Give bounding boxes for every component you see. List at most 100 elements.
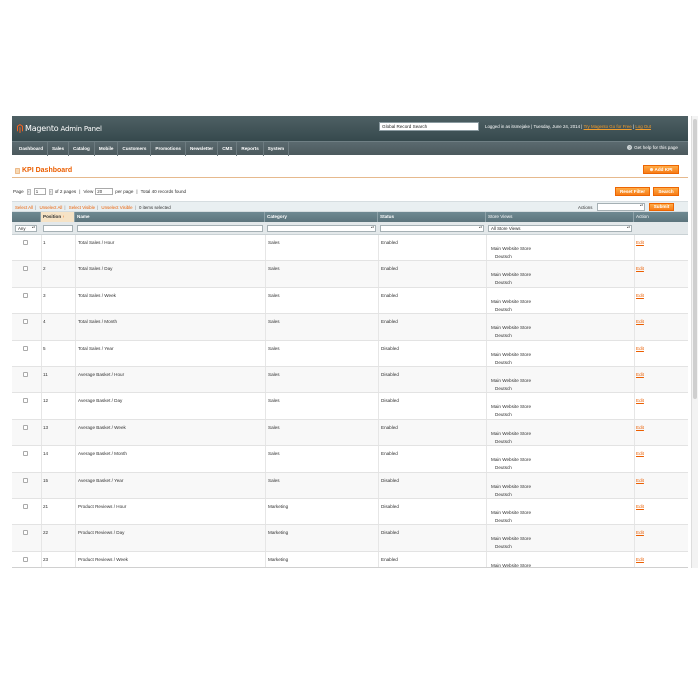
column-divider — [75, 340, 76, 366]
position-filter-input[interactable] — [43, 225, 73, 232]
column-header-position[interactable]: Position ↑ — [41, 212, 75, 222]
column-divider — [634, 235, 635, 261]
column-header-status[interactable]: Status — [378, 212, 486, 222]
nav-item-mobile[interactable]: Mobile — [95, 141, 119, 156]
select-visible-link[interactable]: Select Visible — [69, 205, 95, 210]
nav-item-cms[interactable]: CMS — [218, 141, 238, 156]
nav-item-promotions[interactable]: Promotions — [151, 141, 186, 156]
column-header-name[interactable]: Name — [75, 212, 265, 222]
row-checkbox[interactable] — [23, 530, 28, 536]
row-position: 13 — [43, 424, 49, 430]
column-divider — [634, 525, 635, 551]
row-edit-link[interactable]: Edit — [636, 425, 644, 430]
row-checkbox[interactable] — [23, 240, 28, 245]
column-divider — [41, 287, 42, 314]
table-row[interactable]: 21 Product Reviews / Hour Marketing Disable… — [12, 499, 688, 526]
nav-item-system[interactable]: System — [264, 141, 290, 156]
select-all-link[interactable]: Select All — [15, 205, 33, 210]
logo[interactable]: Magento Admin Panel — [17, 124, 102, 133]
table-row[interactable]: 13 Average Basket / Week Sales Enabled Main … — [12, 419, 688, 447]
scrollbar-thumb[interactable] — [693, 119, 697, 399]
row-checkbox[interactable] — [23, 424, 28, 430]
column-divider — [265, 235, 266, 261]
status-filter-select[interactable] — [380, 225, 484, 232]
unselect-all-link[interactable]: Unselect All — [39, 205, 62, 210]
row-checkbox[interactable] — [23, 292, 28, 298]
row-edit-link[interactable]: Edit — [636, 398, 644, 403]
next-page-icon[interactable]: › — [48, 188, 53, 195]
nav-item-sales[interactable]: Sales — [48, 141, 70, 156]
table-row[interactable]: 2 Total Sales / Day Sales Enabled Main Websi… — [12, 261, 688, 288]
row-status: Enabled — [381, 451, 398, 457]
help-link[interactable]: ? Get help for this page — [627, 145, 678, 150]
logout-link[interactable]: Log Out — [635, 124, 651, 129]
search-button[interactable]: Search — [653, 187, 679, 196]
select-filter[interactable]: Any — [15, 225, 37, 232]
row-category: Sales — [268, 424, 280, 430]
column-divider — [378, 393, 379, 419]
unselect-visible-link[interactable]: Unselect Visible — [101, 205, 132, 210]
row-edit-link[interactable]: Edit — [636, 557, 644, 562]
table-row[interactable]: 1 Total Sales / Hour Sales Enabled Main Webs… — [12, 235, 688, 262]
row-checkbox[interactable] — [23, 477, 28, 483]
row-checkbox[interactable] — [23, 556, 28, 562]
prev-page-icon[interactable]: ‹ — [26, 188, 31, 195]
row-edit-link[interactable]: Edit — [636, 346, 644, 351]
row-edit-link[interactable]: Edit — [636, 319, 644, 324]
row-checkbox[interactable] — [23, 372, 28, 377]
column-divider — [41, 525, 42, 551]
row-store-view: Deutsch — [495, 465, 512, 471]
column-header-select[interactable] — [12, 212, 41, 222]
row-edit-link[interactable]: Edit — [636, 240, 644, 245]
column-divider — [486, 235, 487, 261]
reset-filter-button[interactable]: Reset Filter — [615, 187, 650, 196]
column-divider — [265, 419, 266, 446]
row-edit-link[interactable]: Edit — [636, 372, 644, 377]
row-edit-link[interactable]: Edit — [636, 266, 644, 271]
try-magento-go-link[interactable]: Try Magento Go for Free — [584, 124, 632, 129]
row-store-website: Main Website Store — [491, 510, 532, 515]
row-position: 11 — [43, 372, 48, 377]
row-edit-link[interactable]: Edit — [636, 530, 644, 535]
column-divider — [634, 287, 635, 314]
submit-button[interactable]: Submit — [649, 203, 674, 211]
table-row[interactable]: 23 Product Reviews / Week Marketing Enabled… — [12, 551, 688, 567]
table-row[interactable]: 22 Product Reviews / Day Marketing Disabled… — [12, 525, 688, 552]
table-row[interactable]: 11 Average Basket / Hour Sales Disabled Main… — [12, 367, 688, 394]
per-page-select[interactable]: 20 — [95, 188, 114, 195]
row-checkbox[interactable] — [23, 504, 28, 509]
row-checkbox[interactable] — [23, 319, 28, 325]
row-checkbox[interactable] — [23, 345, 28, 351]
row-checkbox[interactable] — [23, 266, 28, 272]
table-row[interactable]: 3 Total Sales / Week Sales Enabled Main Webs… — [12, 287, 688, 315]
row-edit-link[interactable]: Edit — [636, 504, 644, 509]
row-checkbox[interactable] — [23, 451, 28, 457]
table-row[interactable]: 15 Average Basket / Year Sales Disabled Main… — [12, 472, 688, 499]
row-checkbox[interactable] — [23, 398, 28, 404]
page-scrollbar[interactable] — [691, 116, 698, 568]
row-edit-link[interactable]: Edit — [636, 293, 644, 298]
table-row[interactable]: 4 Total Sales / Month Sales Enabled Main Web… — [12, 314, 688, 341]
row-position: 2 — [43, 266, 46, 272]
category-filter-select[interactable] — [267, 225, 376, 232]
column-divider — [41, 367, 42, 393]
actions-select[interactable] — [597, 203, 645, 211]
nav-item-dashboard[interactable]: Dashboard — [15, 141, 48, 156]
actions-label: Actions — [578, 205, 593, 210]
store-views-filter-select[interactable]: All Store Views — [488, 225, 632, 232]
nav-item-customers[interactable]: Customers — [118, 141, 152, 156]
row-status: Disabled — [381, 345, 399, 351]
column-header-category[interactable]: Category — [265, 212, 378, 222]
name-filter-input[interactable] — [77, 225, 263, 232]
nav-item-reports[interactable]: Reports — [237, 141, 264, 156]
table-row[interactable]: 5 Total Sales / Year Sales Disabled Main Web… — [12, 340, 688, 367]
page-number-input[interactable]: 1 — [33, 188, 46, 195]
nav-item-catalog[interactable]: Catalog — [69, 141, 95, 156]
nav-item-newsletter[interactable]: Newsletter — [186, 141, 219, 156]
add-kpi-button[interactable]: ⊕ Add KPI — [643, 165, 679, 174]
table-row[interactable]: 14 Average Basket / Month Sales Enabled Main… — [12, 446, 688, 473]
global-search-input[interactable] — [379, 122, 479, 131]
row-edit-link[interactable]: Edit — [636, 451, 644, 456]
table-row[interactable]: 12 Average Basket / Day Sales Disabled Main … — [12, 393, 688, 420]
row-edit-link[interactable]: Edit — [636, 478, 644, 483]
